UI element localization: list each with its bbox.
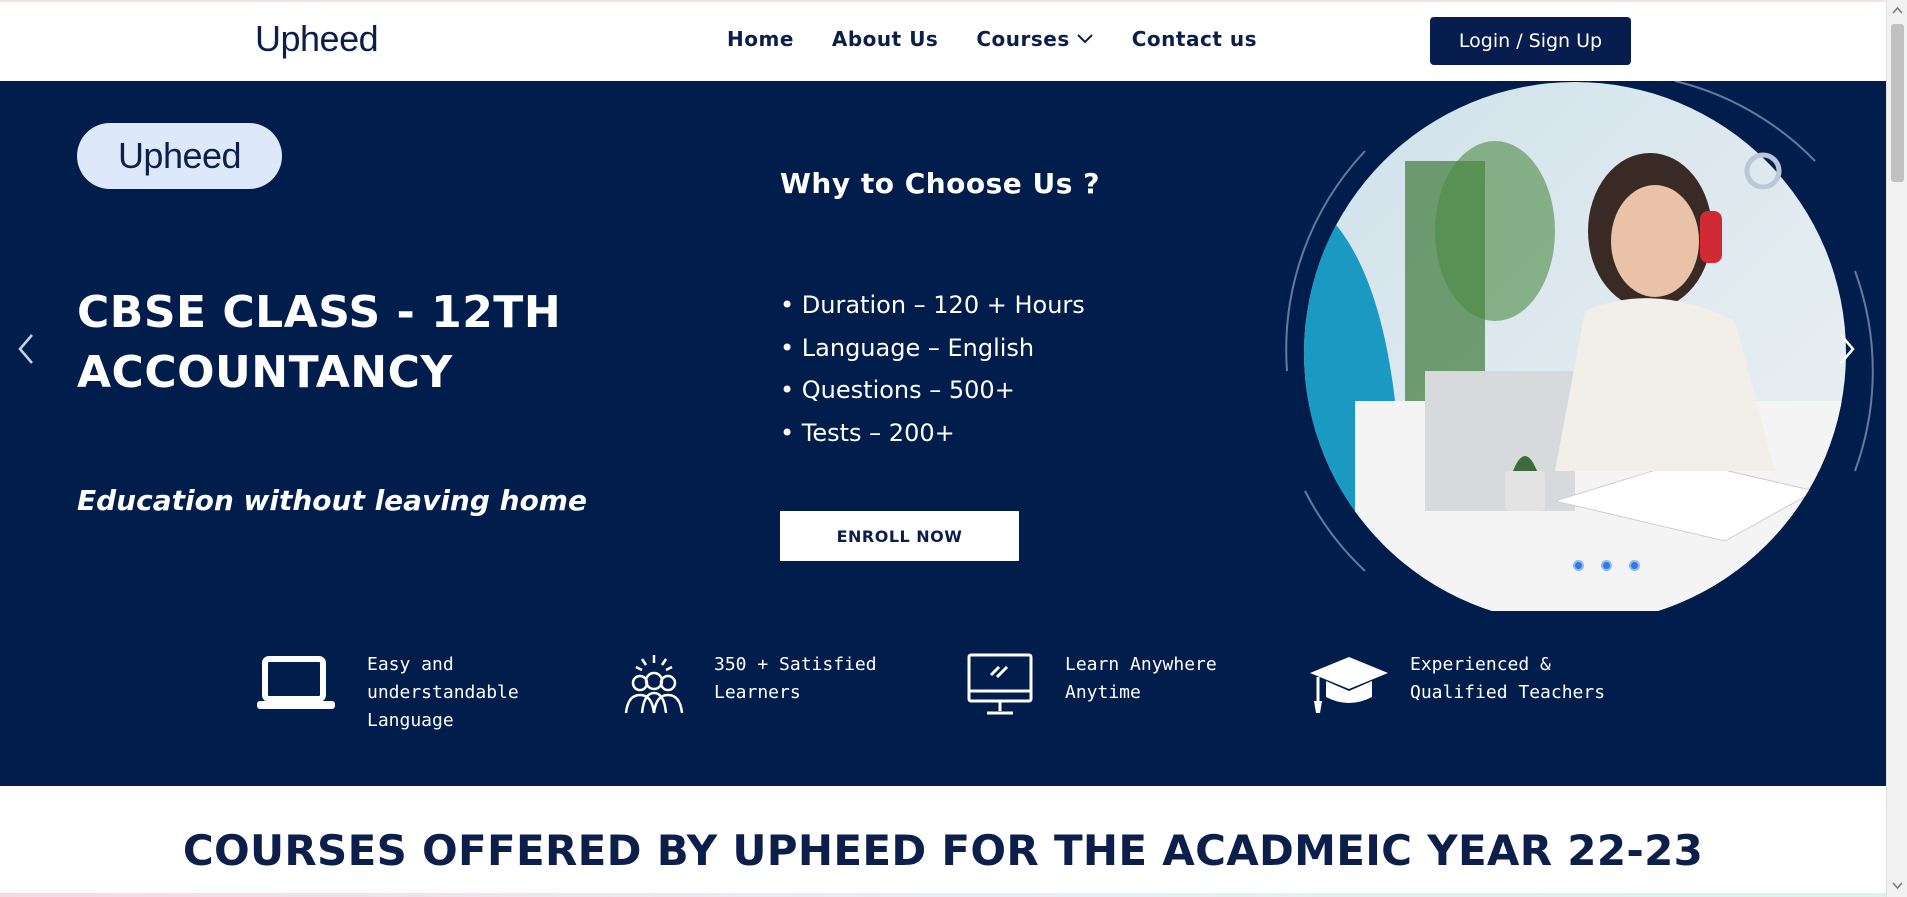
nav-about-us-label: About Us <box>831 27 939 51</box>
feature-tests: • Tests – 200+ <box>780 418 955 447</box>
highlight-qualified-teachers: Experienced & Qualified Teachers <box>1308 651 1605 721</box>
highlight-line: 350 + Satisfied <box>714 654 877 675</box>
scrollbar-thumb[interactable] <box>1891 24 1904 182</box>
nav-courses[interactable]: Courses <box>976 27 1093 51</box>
site-logo[interactable]: Upheed <box>255 18 379 60</box>
carousel-dot-3[interactable] <box>1629 560 1640 571</box>
highlight-satisfied-learners-text: 350 + Satisfied Learners <box>714 651 877 721</box>
scroll-down-arrow-icon[interactable] <box>1891 880 1904 892</box>
highlight-line: Learners <box>714 682 801 703</box>
student-photo <box>1285 81 1874 611</box>
nav-contact-us[interactable]: Contact us <box>1132 27 1257 51</box>
hero-title-line-2: ACCOUNTANCY <box>77 347 453 398</box>
highlight-learn-anywhere: Learn Anywhere Anytime <box>963 651 1217 721</box>
main-nav: Home About Us Courses Contact us <box>727 27 1257 51</box>
nav-courses-label: Courses <box>976 27 1070 51</box>
highlights-strip: Easy and understandable Language 350 + S… <box>0 651 1886 786</box>
highlight-easy-language-text: Easy and understandable Language <box>367 651 519 735</box>
carousel-indicators <box>1573 560 1640 571</box>
highlight-line: understandable <box>367 682 519 703</box>
hero-banner: Upheed CBSE CLASS - 12TH ACCOUNTANCY Edu… <box>0 81 1886 786</box>
carousel-next-arrow-icon[interactable] <box>1835 329 1859 369</box>
highlight-learn-anywhere-text: Learn Anywhere Anytime <box>1065 651 1217 721</box>
photo-scene <box>1304 82 1846 611</box>
enroll-now-button[interactable]: ENROLL NOW <box>780 511 1019 561</box>
carousel-prev-arrow-icon[interactable] <box>14 329 38 369</box>
feature-language: • Language – English <box>780 333 1035 362</box>
nav-about-us[interactable]: About Us <box>832 27 938 51</box>
hero-logo-text: Upheed <box>117 135 242 176</box>
site-logo-text: Upheed <box>255 18 379 59</box>
highlight-line: Anytime <box>1065 682 1141 703</box>
highlight-line: Experienced & <box>1410 654 1551 675</box>
nav-home-label: Home <box>727 27 794 51</box>
highlight-line: Language <box>367 710 454 731</box>
courses-section-heading: COURSES OFFERED BY UPHEED FOR THE ACADME… <box>182 826 1704 875</box>
site-header: Upheed Home About Us Courses Contact us … <box>0 0 1886 81</box>
highlight-line: Qualified Teachers <box>1410 682 1606 703</box>
graduation-cap-icon <box>1310 657 1388 713</box>
highlight-satisfied-learners: 350 + Satisfied Learners <box>612 651 877 721</box>
hero-tagline: Education without leaving home <box>77 484 587 517</box>
login-signup-button[interactable]: Login / Sign Up <box>1430 17 1631 65</box>
bottom-accent-line <box>0 893 1886 897</box>
course-features-list: • Duration – 120 + Hours • Language – En… <box>780 284 1085 454</box>
hero-title: CBSE CLASS - 12TH ACCOUNTANCY <box>77 283 597 403</box>
hero-logo-badge: Upheed <box>77 123 282 189</box>
scroll-up-arrow-icon[interactable] <box>1891 4 1904 16</box>
monitor-icon <box>967 653 1033 715</box>
feature-duration: • Duration – 120 + Hours <box>780 291 1085 319</box>
highlight-easy-language: Easy and understandable Language <box>255 651 519 735</box>
nav-contact-us-label: Contact us <box>1131 27 1257 51</box>
laptop-icon <box>257 656 335 709</box>
chevron-down-icon <box>1077 34 1093 44</box>
hero-title-line-1: CBSE CLASS - 12TH <box>77 287 562 338</box>
carousel-dot-1[interactable] <box>1573 560 1584 571</box>
feature-questions: • Questions – 500+ <box>780 376 1015 404</box>
why-choose-us-title: Why to Choose Us ? <box>780 167 1100 200</box>
page-scrollbar[interactable] <box>1886 0 1907 897</box>
highlight-qualified-teachers-text: Experienced & Qualified Teachers <box>1410 651 1605 721</box>
learners-group-icon <box>624 655 684 714</box>
highlight-line: Easy and <box>367 654 454 675</box>
carousel-dot-2[interactable] <box>1601 560 1612 571</box>
highlight-line: Learn Anywhere <box>1065 654 1217 675</box>
nav-home[interactable]: Home <box>727 27 794 51</box>
